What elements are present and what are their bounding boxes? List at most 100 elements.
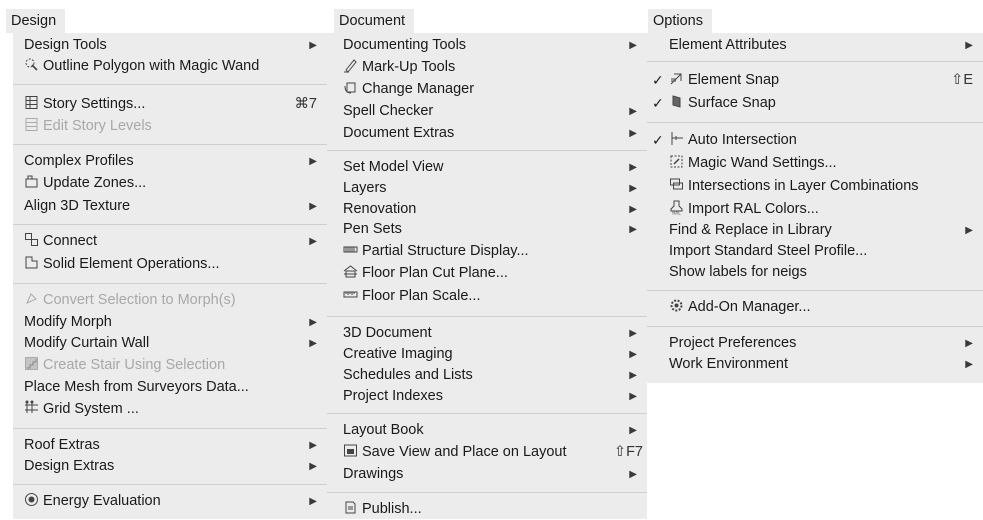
menu-item-story-settings[interactable]: Story Settings... ⌘7 — [13, 94, 327, 115]
solid-ops-icon — [24, 255, 39, 270]
menu-item-surface-snap[interactable]: ✓ Surface Snap — [647, 93, 983, 114]
menu-item-align-3d-texture[interactable]: Align 3D Texture ▶ — [13, 196, 327, 217]
menu-item-label: Grid System ... — [43, 401, 139, 417]
document-menu-title[interactable]: Document — [334, 9, 415, 33]
menu-item-label: Save View and Place on Layout — [362, 444, 567, 460]
menu-item-place-mesh[interactable]: Place Mesh from Surveyors Data... — [13, 377, 327, 398]
menu-item-label: Element Attributes — [669, 37, 787, 53]
submenu-arrow-icon: ▶ — [309, 317, 317, 328]
menu-item-change-manager[interactable]: Change Manager — [327, 79, 647, 100]
grid-system-icon — [24, 400, 39, 415]
menu-item-label: Create Stair Using Selection — [43, 357, 226, 373]
menu-item-label: Place Mesh from Surveyors Data... — [24, 379, 249, 395]
shortcut-label: ⇧E — [951, 72, 973, 88]
submenu-arrow-icon: ▶ — [629, 224, 637, 235]
menu-item-solid-element-ops[interactable]: Solid Element Operations... — [13, 254, 327, 275]
submenu-arrow-icon: ▶ — [629, 349, 637, 360]
shortcut-label: ⇧F7 — [613, 444, 643, 460]
menu-item-label: Layers — [343, 180, 387, 196]
submenu-arrow-icon: ▶ — [629, 425, 637, 436]
submenu-arrow-icon: ▶ — [629, 328, 637, 339]
menu-item-partial-structure[interactable]: Partial Structure Display... — [327, 241, 647, 262]
menu-item-label: Align 3D Texture — [24, 198, 131, 214]
menu-item-addon-manager[interactable]: Add-On Manager... — [647, 297, 983, 318]
menu-item-connect[interactable]: Connect ▶ — [13, 231, 327, 252]
menu-item-show-labels[interactable]: Show labels for neigs — [647, 262, 983, 283]
menu-item-label: Edit Story Levels — [43, 118, 152, 134]
menu-item-drawings[interactable]: Drawings ▶ — [327, 464, 647, 485]
menu-separator — [647, 122, 983, 123]
menu-item-floor-plan-cut[interactable]: Floor Plan Cut Plane... — [327, 263, 647, 284]
options-menu-title[interactable]: Options — [648, 9, 712, 33]
menu-item-label: Modify Morph — [24, 314, 112, 330]
menu-item-floor-plan-scale[interactable]: Floor Plan Scale... — [327, 286, 647, 307]
checkmark-icon: ✓ — [652, 95, 664, 111]
menu-item-create-stair: Create Stair Using Selection — [13, 355, 327, 376]
menu-item-label: Creative Imaging — [343, 346, 453, 362]
menu-item-document-extras[interactable]: Document Extras ▶ — [327, 123, 647, 144]
menu-separator — [13, 283, 327, 284]
svg-text:RAL: RAL — [672, 211, 681, 216]
story-settings-icon — [24, 95, 39, 110]
menu-item-label: Energy Evaluation — [43, 493, 161, 509]
menu-item-project-preferences[interactable]: Project Preferences ▶ — [647, 333, 983, 354]
menu-item-outline-polygon[interactable]: Outline Polygon with Magic Wand — [13, 56, 327, 77]
menu-separator — [327, 413, 647, 414]
menu-item-label: Modify Curtain Wall — [24, 335, 150, 351]
submenu-arrow-icon: ▶ — [309, 338, 317, 349]
menu-item-update-zones[interactable]: Update Zones... — [13, 173, 327, 194]
menu-item-work-environment[interactable]: Work Environment ▶ — [647, 354, 983, 375]
magic-wand-icon — [24, 57, 39, 72]
menu-item-label: Roof Extras — [24, 437, 100, 453]
menu-item-label: Renovation — [343, 201, 417, 217]
menu-item-import-steel[interactable]: Import Standard Steel Profile... — [647, 241, 983, 262]
menu-item-markup-tools[interactable]: Mark-Up Tools — [327, 57, 647, 78]
menu-item-3d-document[interactable]: 3D Document ▶ — [327, 323, 647, 344]
design-menu: Design Design Tools ▶ Outline Polygon wi… — [0, 0, 327, 519]
menu-item-label: Add-On Manager... — [688, 299, 811, 315]
menu-item-modify-curtain-wall[interactable]: Modify Curtain Wall ▶ — [13, 333, 327, 354]
menu-item-grid-system[interactable]: Grid System ... — [13, 399, 327, 420]
element-snap-icon — [669, 71, 684, 86]
document-menu: Document Documenting Tools ▶ Mark-Up Too… — [327, 0, 647, 519]
menu-item-creative-imaging[interactable]: Creative Imaging ▶ — [327, 344, 647, 365]
menu-item-documenting-tools[interactable]: Documenting Tools ▶ — [327, 35, 647, 56]
menu-item-layers[interactable]: Layers ▶ — [327, 178, 647, 199]
menu-item-renovation[interactable]: Renovation ▶ — [327, 199, 647, 220]
menu-item-import-ral[interactable]: RAL Import RAL Colors... — [647, 199, 983, 220]
menu-item-label: Layout Book — [343, 422, 424, 438]
menu-item-auto-intersection[interactable]: ✓ Auto Intersection — [647, 130, 983, 151]
menu-item-pen-sets[interactable]: Pen Sets ▶ — [327, 219, 647, 240]
menu-item-element-attributes[interactable]: Element Attributes ▶ — [647, 35, 983, 56]
menu-item-label: Project Preferences — [669, 335, 797, 351]
submenu-arrow-icon: ▶ — [965, 359, 973, 370]
addon-manager-icon — [669, 298, 684, 313]
menu-item-label: Complex Profiles — [24, 153, 134, 169]
menu-item-publish[interactable]: Publish... — [327, 499, 647, 520]
menu-item-save-view[interactable]: Save View and Place on Layout ⇧F7 — [327, 442, 647, 463]
stair-icon — [24, 356, 39, 371]
menu-item-energy-evaluation[interactable]: Energy Evaluation ▶ — [13, 491, 327, 512]
menu-separator — [13, 144, 327, 145]
menu-item-spell-checker[interactable]: Spell Checker ▶ — [327, 101, 647, 122]
menu-separator — [647, 61, 983, 62]
auto-intersection-icon — [669, 131, 684, 146]
menu-item-magic-wand-settings[interactable]: Magic Wand Settings... — [647, 153, 983, 174]
menu-item-complex-profiles[interactable]: Complex Profiles ▶ — [13, 151, 327, 172]
menu-item-intersections-layer[interactable]: Intersections in Layer Combinations — [647, 176, 983, 197]
menu-item-design-tools[interactable]: Design Tools ▶ — [13, 35, 327, 56]
surface-snap-icon — [669, 94, 684, 109]
menu-item-find-replace[interactable]: Find & Replace in Library ▶ — [647, 220, 983, 241]
menu-item-element-snap[interactable]: ✓ Element Snap ⇧E — [647, 70, 983, 91]
design-menu-title[interactable]: Design — [6, 9, 66, 33]
menu-item-roof-extras[interactable]: Roof Extras ▶ — [13, 435, 327, 456]
menu-item-set-model-view[interactable]: Set Model View ▶ — [327, 157, 647, 178]
menu-item-design-extras[interactable]: Design Extras ▶ — [13, 456, 327, 477]
shortcut-label: ⌘7 — [294, 96, 317, 112]
menu-item-project-indexes[interactable]: Project Indexes ▶ — [327, 386, 647, 407]
menu-item-modify-morph[interactable]: Modify Morph ▶ — [13, 312, 327, 333]
submenu-arrow-icon: ▶ — [629, 391, 637, 402]
menu-item-schedules-lists[interactable]: Schedules and Lists ▶ — [327, 365, 647, 386]
menu-item-label: Update Zones... — [43, 175, 147, 191]
menu-item-layout-book[interactable]: Layout Book ▶ — [327, 420, 647, 441]
